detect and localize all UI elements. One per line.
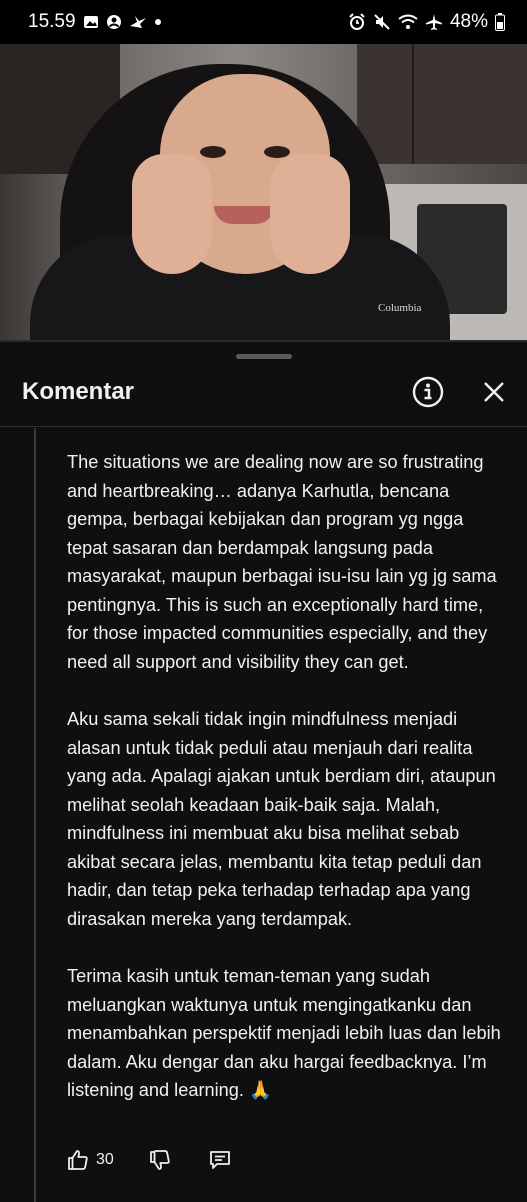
close-icon	[484, 382, 504, 402]
reply-icon	[209, 1151, 230, 1169]
shirt-logo: Columbia	[378, 302, 422, 314]
comment-body: The situations we are dealing now are so…	[67, 448, 507, 1134]
thumbs-down-icon	[149, 1150, 170, 1170]
person-mouth	[214, 206, 274, 224]
kitchen-cabinet-right	[357, 44, 527, 164]
status-time: 15.59	[28, 11, 76, 32]
status-left: 15.59	[28, 11, 162, 33]
gallery-icon	[83, 14, 99, 30]
thumbs-up-icon	[68, 1150, 88, 1170]
thread-line	[34, 428, 36, 1202]
mute-icon	[373, 13, 391, 31]
drag-handle[interactable]	[236, 354, 292, 359]
header-divider	[0, 426, 527, 427]
status-bar: 15.59 48%	[0, 0, 527, 44]
notification-dot-icon	[154, 18, 162, 26]
wifi-icon	[398, 14, 418, 30]
status-right: 48%	[348, 11, 505, 33]
comment-actions: 30	[66, 1148, 232, 1172]
info-icon	[412, 376, 444, 408]
battery-percent: 48%	[449, 11, 488, 32]
comment-paragraph-1: The situations we are dealing now are so…	[67, 452, 497, 672]
comment-paragraph-3: Terima kasih untuk teman-teman yang suda…	[67, 966, 501, 1100]
dislike-button[interactable]	[148, 1148, 172, 1172]
person-hand-right	[270, 154, 350, 274]
alarm-icon	[348, 13, 366, 31]
video-player[interactable]: Columbia	[0, 44, 527, 340]
person-eye-right	[264, 146, 290, 158]
comments-title: Komentar	[22, 378, 135, 405]
account-icon	[106, 14, 122, 30]
close-button[interactable]	[482, 380, 506, 404]
airplane-icon	[425, 13, 443, 31]
info-button[interactable]	[412, 376, 444, 408]
comments-sheet: Komentar The situations we are dealing n…	[0, 340, 527, 1202]
like-count: 30	[96, 1151, 114, 1168]
person-hand-left	[132, 154, 212, 274]
comment-paragraph-2: Aku sama sekali tidak ingin mindfulness …	[67, 709, 496, 929]
bird-icon	[129, 14, 147, 30]
like-button[interactable]: 30	[66, 1148, 114, 1172]
reply-button[interactable]	[208, 1148, 232, 1172]
person-eye-left	[200, 146, 226, 158]
battery-icon	[495, 13, 505, 31]
